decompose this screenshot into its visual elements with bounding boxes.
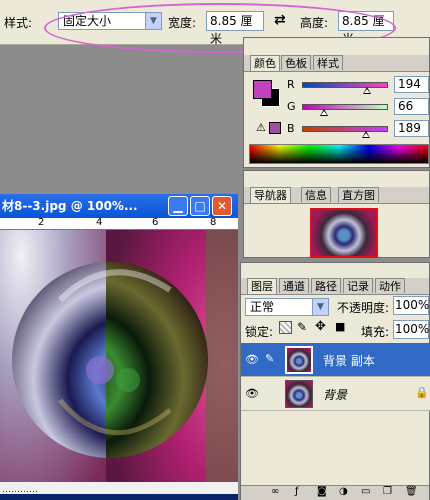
channel-r-slider[interactable] — [302, 82, 388, 88]
channel-b-value[interactable]: 189 — [394, 120, 429, 137]
lock-label: 锁定: — [245, 325, 274, 339]
blend-mode-select[interactable]: 正常 ▼ — [245, 298, 329, 316]
layer-row-background[interactable]: 👁 背景 🔒 — [241, 377, 430, 411]
opacity-field[interactable]: 100% — [393, 296, 429, 315]
channel-g-value[interactable]: 66 — [394, 98, 429, 115]
tab-styles[interactable]: 样式 — [313, 55, 343, 70]
tab-info[interactable]: 信息 — [301, 187, 331, 202]
foreground-swatch[interactable] — [253, 80, 272, 99]
eye-icon[interactable]: 👁 — [245, 353, 259, 366]
navigator-panel: 导航器 信息 直方图 — [243, 170, 430, 258]
channel-g-label: G — [287, 100, 296, 113]
layer-row-background-copy[interactable]: 👁 ✎ 背景 副本 — [241, 343, 430, 377]
document-status-text: ………… — [2, 485, 38, 494]
color-spectrum-bar[interactable] — [249, 144, 429, 164]
maximize-button[interactable]: □ — [190, 196, 210, 216]
lock-move-icon[interactable]: ✥ — [315, 319, 326, 334]
new-layer-icon[interactable]: ❐ — [383, 486, 392, 497]
horizontal-ruler: 2 4 6 8 — [0, 218, 238, 230]
channel-b-thumb[interactable] — [361, 131, 370, 138]
gamut-warning-icon[interactable]: ⚠ — [256, 121, 266, 134]
layers-panel: 图层 通道 路径 记录 动作 正常 ▼ 不透明度: 100% 锁定: ✎ ✥ ■… — [240, 262, 430, 500]
chevron-down-icon: ▼ — [312, 299, 328, 315]
brush-icon: ✎ — [265, 352, 275, 365]
gamut-warning-swatch[interactable] — [269, 122, 281, 134]
layer-thumbnail — [285, 380, 313, 408]
document-title: 材8--3.jpg @ 100%... — [2, 199, 138, 213]
navigator-thumbnail[interactable] — [310, 208, 378, 258]
lock-transparency-icon[interactable] — [279, 321, 292, 334]
adjustment-icon[interactable]: ◑ — [339, 486, 348, 497]
fill-field[interactable]: 100% — [393, 320, 429, 339]
ruler-mark: 8 — [210, 218, 217, 228]
fill-label: 填充: — [361, 325, 390, 339]
channel-g-slider[interactable] — [302, 104, 388, 110]
folder-icon[interactable]: ▭ — [361, 486, 370, 497]
style-label: 样式: — [4, 16, 33, 30]
channel-b-slider[interactable] — [302, 126, 388, 132]
lock-brush-icon[interactable]: ✎ — [297, 320, 307, 334]
ruler-mark: 6 — [152, 218, 159, 228]
tab-color[interactable]: 颜色 — [250, 55, 280, 71]
channel-r-value[interactable]: 194 — [394, 76, 429, 93]
layer-style-icon[interactable]: ƒ — [295, 486, 299, 497]
tab-layers[interactable]: 图层 — [247, 278, 277, 294]
tab-navigator[interactable]: 导航器 — [250, 187, 291, 203]
ruler-mark: 4 — [96, 218, 103, 228]
eye-icon[interactable]: 👁 — [245, 387, 259, 400]
layers-toolbar: ∞ ƒ ◙ ◑ ▭ ❐ 🗑 — [241, 485, 429, 500]
layer-thumbnail — [285, 346, 313, 374]
tab-swatches[interactable]: 色板 — [281, 55, 311, 70]
tab-actions[interactable]: 动作 — [375, 278, 405, 293]
minimize-button[interactable]: ▁ — [168, 196, 188, 216]
channel-g-thumb[interactable] — [320, 109, 329, 116]
tab-history[interactable]: 记录 — [343, 278, 373, 293]
link-icon[interactable]: ∞ — [271, 486, 279, 497]
lock-all-icon[interactable]: ■ — [335, 320, 345, 333]
blend-mode-value: 正常 — [250, 300, 275, 314]
opacity-label: 不透明度: — [337, 301, 390, 315]
color-panel: 颜色 色板 样式 R 194 G 66 ⚠ B 189 — [243, 37, 430, 168]
channel-b-label: B — [287, 122, 295, 135]
layers-tab-row: 图层 通道 路径 记录 动作 — [241, 278, 429, 295]
color-tab-row: 颜色 色板 样式 — [244, 55, 429, 72]
image-canvas[interactable]: ………… — [0, 230, 238, 494]
layer-name: 背景 副本 — [323, 354, 375, 368]
layer-name: 背景 — [323, 388, 348, 402]
navigator-tab-row: 导航器 信息 直方图 — [244, 187, 429, 204]
lock-icon: 🔒 — [415, 386, 429, 399]
tab-histogram[interactable]: 直方图 — [338, 187, 379, 202]
channel-r-thumb[interactable] — [363, 87, 372, 94]
close-button[interactable]: ✕ — [212, 196, 232, 216]
canvas-artwork: ………… — [0, 230, 238, 494]
trash-icon[interactable]: 🗑 — [405, 486, 418, 497]
mask-icon[interactable]: ◙ — [317, 486, 327, 497]
document-window: 材8--3.jpg @ 100%... ▁ □ ✕ 2 4 6 8 ………… — [0, 194, 238, 500]
ruler-mark: 2 — [38, 218, 45, 228]
tab-paths[interactable]: 路径 — [311, 278, 341, 293]
tab-channels[interactable]: 通道 — [279, 278, 309, 293]
channel-r-label: R — [287, 78, 295, 91]
